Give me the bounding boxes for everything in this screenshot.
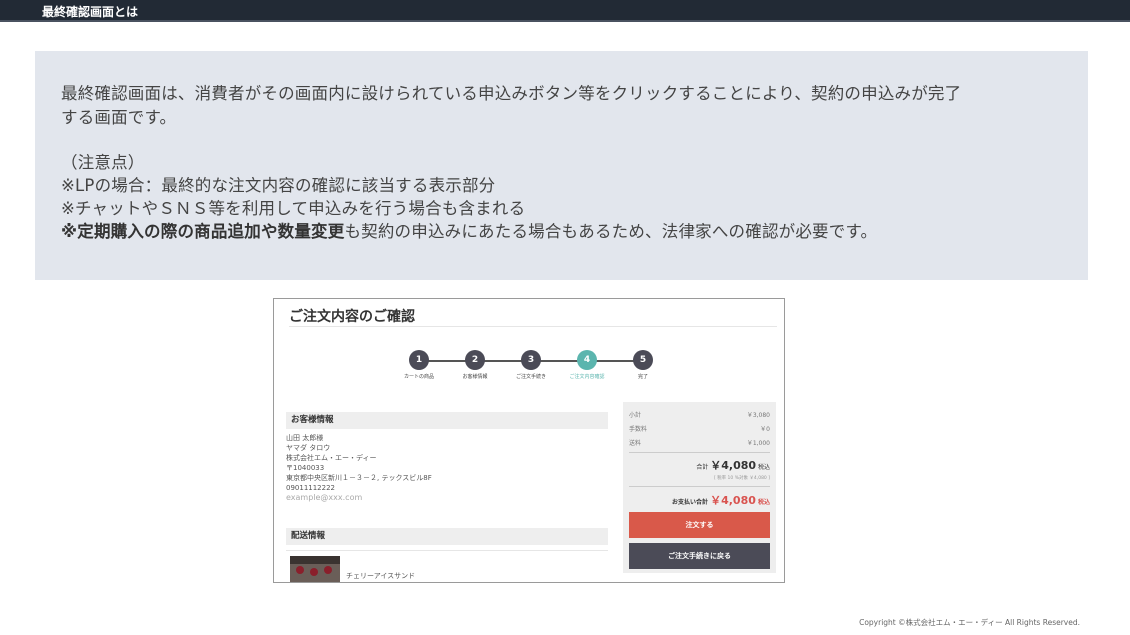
- note-2: ※チャットやＳＮＳ等を利用して申込みを行う場合も含まれる: [61, 199, 526, 218]
- thumbnail-cherry: [324, 566, 332, 574]
- fee-label: 手数料: [629, 426, 648, 433]
- info-box: 最終確認画面は、消費者がその画面内に設けられている申込みボタン等をクリックするこ…: [35, 51, 1088, 280]
- total-label: 合計: [696, 464, 709, 471]
- title-divider: [289, 326, 777, 327]
- step-1-number: 1: [409, 350, 429, 370]
- payment-total-value: ￥4,080: [710, 494, 756, 507]
- subtotal-label: 小計: [629, 412, 642, 419]
- fee-row: 手数料 ￥0: [629, 424, 770, 433]
- order-confirmation-screenshot: ご注文内容のご確認 1 カートの商品 2 お客様情報 3 ご注文手続き 4 ご注…: [273, 298, 785, 583]
- step-3-label: ご注文手続き: [515, 374, 546, 380]
- place-order-button[interactable]: 注文する: [629, 512, 770, 538]
- info-text-line2: する画面です。: [61, 108, 177, 127]
- customer-info-heading: お客様情報: [286, 412, 608, 429]
- fee-value: ￥0: [760, 426, 770, 433]
- step-2-label: お客様情報: [462, 374, 488, 380]
- step-3: 3 ご注文手続き: [501, 350, 561, 380]
- total-tax-suffix: 税込: [757, 464, 770, 471]
- step-4-label: ご注文内容確認: [569, 374, 605, 380]
- tax-note: [ 税率 10 %対象 ￥4,080 ]: [713, 476, 770, 481]
- payment-tax-suffix: 税込: [757, 499, 770, 506]
- customer-phone: 09011112222: [286, 484, 335, 492]
- customer-company: 株式会社エム・エー・ディー: [286, 454, 377, 462]
- subtotal-value: ￥3,080: [746, 412, 770, 419]
- step-1-label: カートの商品: [403, 374, 434, 380]
- confirmation-title: ご注文内容のご確認: [289, 309, 415, 325]
- thumbnail-cherry: [310, 568, 318, 576]
- note-3-bold: ※定期購入の際の商品追加や数量変更: [61, 222, 345, 241]
- step-2-number: 2: [465, 350, 485, 370]
- shipping-fee-row: 送料 ￥1,000: [629, 438, 770, 447]
- note-3: ※定期購入の際の商品追加や数量変更も契約の申込みにあたる場合もあるため、法律家へ…: [61, 218, 877, 242]
- note-1: ※LPの場合：最終的な注文内容の確認に該当する表示部分: [61, 176, 496, 195]
- copyright: Copyright ©株式会社エム・エー・ディー All Rights Rese…: [859, 618, 1080, 627]
- payment-total-label: お支払い合計: [671, 499, 708, 506]
- payment-total-row: お支払い合計 ￥4,080 税込: [672, 492, 770, 508]
- summary-divider: [629, 452, 770, 453]
- customer-kana: ヤマダ タロウ: [286, 444, 331, 452]
- shipping-divider: [286, 550, 608, 551]
- step-1: 1 カートの商品: [389, 350, 449, 380]
- step-2: 2 お客様情報: [445, 350, 505, 380]
- step-5-label: 完了: [637, 374, 648, 380]
- step-3-number: 3: [521, 350, 541, 370]
- shipping-fee-value: ￥1,000: [746, 440, 770, 447]
- thumbnail-shelf: [290, 556, 340, 564]
- customer-name: 山田 太郎様: [286, 434, 324, 442]
- step-5: 5 完了: [613, 350, 673, 380]
- total-value: ￥4,080: [710, 459, 757, 472]
- shipping-fee-label: 送料: [629, 440, 642, 447]
- customer-info: 山田 太郎様 ヤマダ タロウ 株式会社エム・エー・ディー 〒1040033 東京…: [286, 433, 432, 503]
- info-text-line1: 最終確認画面は、消費者がその画面内に設けられている申込みボタン等をクリックするこ…: [61, 84, 962, 103]
- customer-email: example@xxx.com: [286, 493, 363, 502]
- note-3-rest: も契約の申込みにあたる場合もあるため、法律家への確認が必要です。: [344, 222, 878, 241]
- step-4-number: 4: [577, 350, 597, 370]
- summary-divider: [629, 486, 770, 487]
- customer-zip: 〒1040033: [286, 464, 325, 472]
- step-4-active: 4 ご注文内容確認: [557, 350, 617, 380]
- subtotal-row: 小計 ￥3,080: [629, 410, 770, 419]
- customer-address: 東京都中央区新川１－３－２, テックスビル8F: [286, 474, 432, 482]
- top-bar: 最終確認画面とは: [0, 0, 1130, 22]
- product-name: チェリーアイスサンド: [346, 572, 416, 580]
- total-row: 合計 ￥4,080 税込: [696, 457, 770, 473]
- note-title: （注意点）: [61, 153, 145, 172]
- step-5-number: 5: [633, 350, 653, 370]
- product-thumbnail: [290, 556, 340, 582]
- page-title: 最終確認画面とは: [42, 5, 139, 19]
- shipping-info-heading: 配送情報: [286, 528, 608, 545]
- back-to-checkout-button[interactable]: ご注文手続きに戻る: [629, 543, 770, 569]
- order-summary: 小計 ￥3,080 手数料 ￥0 送料 ￥1,000 合計 ￥4,080 税込 …: [623, 402, 776, 573]
- thumbnail-cherry: [296, 566, 304, 574]
